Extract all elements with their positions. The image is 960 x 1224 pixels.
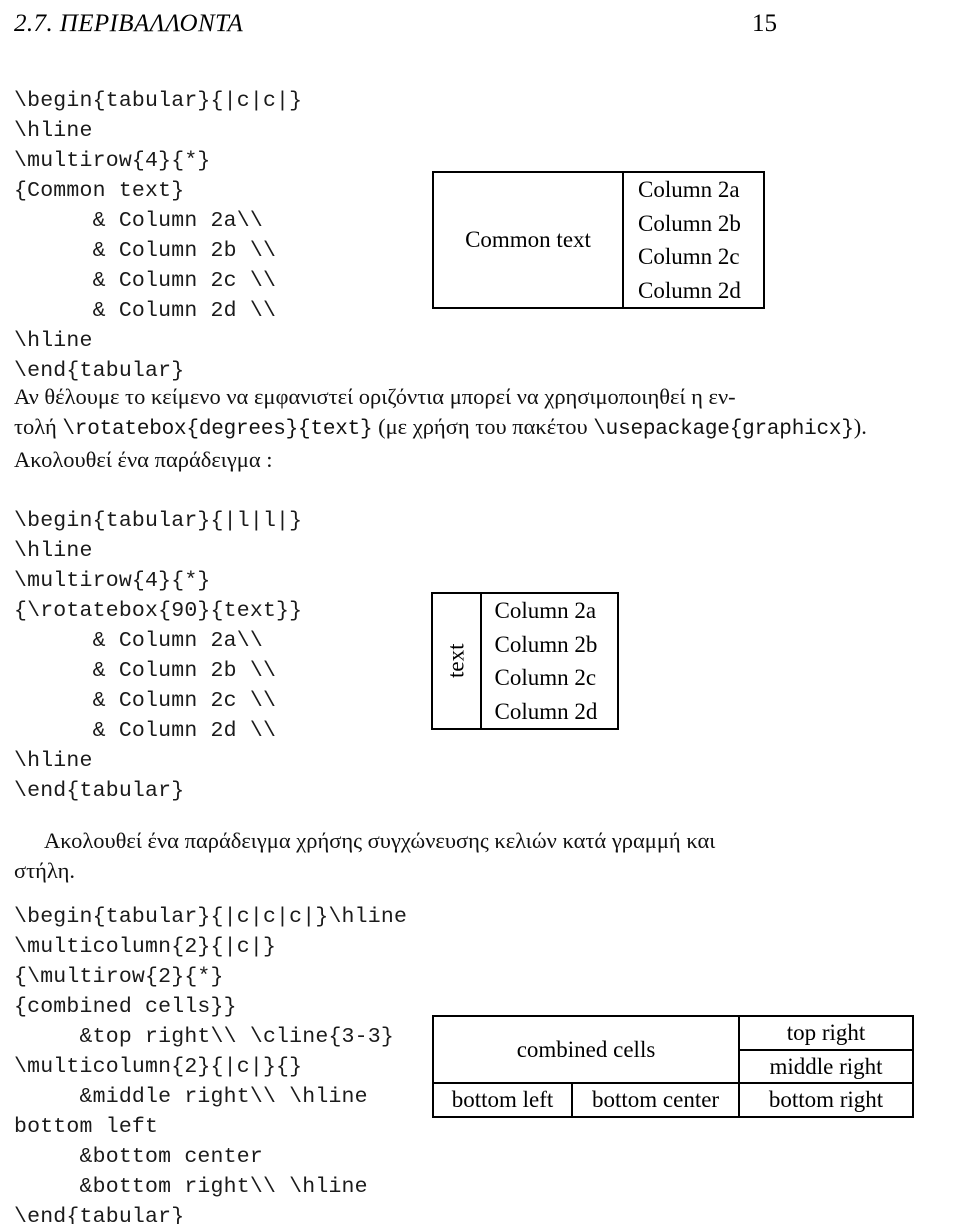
cell-column-2d: Column 2d <box>479 694 620 730</box>
paragraph-merge-intro: Ακολουθεί ένα παράδειγμα χρήσης συγχώνευ… <box>14 826 924 886</box>
cell-common-text: Common text <box>432 171 624 309</box>
cell-bottom-center: bottom center <box>571 1082 740 1118</box>
code-block-rotatebox: \begin{tabular}{|l|l|} \hline \multirow{… <box>14 509 303 803</box>
paragraph-line: Αν θέλουμε το κείμενο να εμφανιστεί οριζ… <box>14 384 736 409</box>
cell-middle-right: middle right <box>738 1048 914 1084</box>
rotated-label: text <box>443 643 469 679</box>
rendered-table-multirow: Common text Column 2a Column 2b Column 2… <box>432 171 765 309</box>
rendered-table-rotatebox: text Column 2a Column 2b Column 2c Colum… <box>431 592 620 730</box>
cell-column-2a: Column 2a <box>479 592 620 628</box>
paragraph-text-fragment: (με χρήση του πακέτου <box>372 414 594 439</box>
paragraph-line: Ακολουθεί ένα παράδειγμα : <box>14 447 273 472</box>
cell-bottom-left: bottom left <box>431 1082 574 1118</box>
cell-combined-cells: combined cells <box>432 1015 740 1084</box>
table-row: combined cells top right <box>432 1015 914 1084</box>
code-block-combined-cells: \begin{tabular}{|c|c|c|}\hline \multicol… <box>14 905 408 1224</box>
inline-code-usepackage: \usepackage{graphicx} <box>593 418 854 441</box>
cell-column-2d: Column 2d <box>622 273 765 309</box>
table-row: text Column 2a <box>431 592 620 730</box>
paragraph-line: τολή \rotatebox{degrees}{text} (με χρήση… <box>14 412 924 445</box>
header-section-title: 2.7. ΠΕΡΙΒΑΛΛΟΝΤΑ <box>14 10 244 37</box>
cell-bottom-right: bottom right <box>738 1082 914 1118</box>
table-row: Common text Column 2a <box>432 171 765 309</box>
cell-column-2b: Column 2b <box>622 206 765 240</box>
paragraph-line: Ακολουθεί ένα παράδειγμα χρήσης συγχώνευ… <box>44 828 716 853</box>
paragraph-text-fragment: τολή <box>14 414 63 439</box>
paragraph-text-fragment: ). <box>853 414 867 439</box>
paragraph-line: στήλη. <box>14 858 76 883</box>
inline-code-rotatebox: \rotatebox{degrees}{text} <box>62 418 373 441</box>
paragraph-rotatebox-intro: Αν θέλουμε το κείμενο να εμφανιστεί οριζ… <box>14 382 924 475</box>
document-page: 2.7. ΠΕΡΙΒΑΛΛΟΝΤΑ 15 \begin{tabular}{|c|… <box>0 0 960 1224</box>
cell-rotated-text: text <box>431 592 482 730</box>
cell-column-2a: Column 2a <box>622 171 765 207</box>
table-row: bottom left bottom center bottom right <box>431 1082 914 1118</box>
page-number: 15 <box>752 10 777 37</box>
cell-top-right: top right <box>738 1015 914 1051</box>
rendered-table-combined-cells: combined cells top right middle right bo… <box>431 1015 914 1118</box>
code-block-multirow: \begin{tabular}{|c|c|} \hline \multirow{… <box>14 89 303 383</box>
cell-column-2c: Column 2c <box>622 240 765 274</box>
cell-column-2b: Column 2b <box>479 627 620 661</box>
page-header: 2.7. ΠΕΡΙΒΑΛΛΟΝΤΑ <box>14 10 790 44</box>
cell-column-2c: Column 2c <box>479 661 620 695</box>
